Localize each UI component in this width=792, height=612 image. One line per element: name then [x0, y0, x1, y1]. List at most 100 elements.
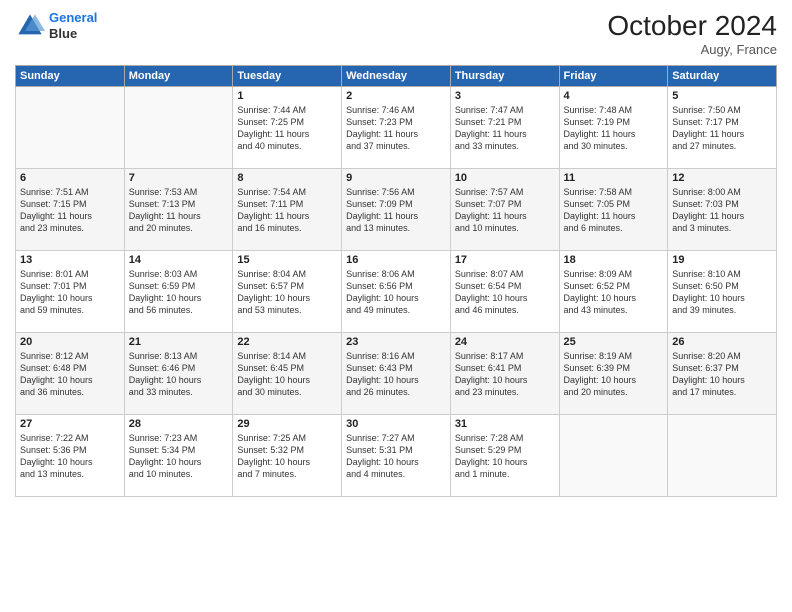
day-info: Sunrise: 8:04 AM Sunset: 6:57 PM Dayligh…	[237, 268, 337, 317]
day-number: 23	[346, 336, 446, 348]
day-info: Sunrise: 7:51 AM Sunset: 7:15 PM Dayligh…	[20, 186, 120, 235]
day-info: Sunrise: 7:44 AM Sunset: 7:25 PM Dayligh…	[237, 104, 337, 153]
calendar-table: Sunday Monday Tuesday Wednesday Thursday…	[15, 65, 777, 497]
day-number: 19	[672, 254, 772, 266]
table-row: 6 Sunrise: 7:51 AM Sunset: 7:15 PM Daylig…	[16, 169, 125, 251]
table-row: 21 Sunrise: 8:13 AM Sunset: 6:46 PM Dayli…	[124, 333, 233, 415]
day-info: Sunrise: 7:23 AM Sunset: 5:34 PM Dayligh…	[129, 432, 229, 481]
table-row: 18Sunrise: 8:09 AM Sunset: 6:52 PM Dayli…	[559, 251, 668, 333]
table-row: 24 Sunrise: 8:17 AM Sunset: 6:41 PM Dayli…	[450, 333, 559, 415]
day-info: Sunrise: 7:46 AM Sunset: 7:23 PM Dayligh…	[346, 104, 446, 153]
table-row: 15 Sunrise: 8:04 AM Sunset: 6:57 PM Dayli…	[233, 251, 342, 333]
header-friday: Friday	[559, 66, 668, 87]
day-info: Sunrise: 8:13 AM Sunset: 6:46 PM Dayligh…	[129, 350, 229, 399]
header-saturday: Saturday	[668, 66, 777, 87]
day-info: Sunrise: 7:58 AM Sunset: 7:05 PM Dayligh…	[564, 186, 664, 235]
table-row: 26Sunrise: 8:20 AM Sunset: 6:37 PM Dayli…	[668, 333, 777, 415]
day-number: 13	[20, 254, 120, 266]
day-number: 7	[129, 172, 229, 184]
day-info: Sunrise: 8:07 AM Sunset: 6:54 PM Dayligh…	[455, 268, 555, 317]
header-tuesday: Tuesday	[233, 66, 342, 87]
day-number: 29	[237, 418, 337, 430]
day-info: Sunrise: 7:53 AM Sunset: 7:13 PM Dayligh…	[129, 186, 229, 235]
table-row: 29 Sunrise: 7:25 AM Sunset: 5:32 PM Dayli…	[233, 415, 342, 497]
table-row: 17 Sunrise: 8:07 AM Sunset: 6:54 PM Dayli…	[450, 251, 559, 333]
table-row: 10 Sunrise: 7:57 AM Sunset: 7:07 PM Dayli…	[450, 169, 559, 251]
table-row	[124, 87, 233, 169]
day-number: 24	[455, 336, 555, 348]
day-info: Sunrise: 7:56 AM Sunset: 7:09 PM Dayligh…	[346, 186, 446, 235]
day-info: Sunrise: 7:28 AM Sunset: 5:29 PM Dayligh…	[455, 432, 555, 481]
table-row: 25 Sunrise: 8:19 AM Sunset: 6:39 PM Dayli…	[559, 333, 668, 415]
table-row	[668, 415, 777, 497]
day-number: 31	[455, 418, 555, 430]
day-number: 8	[237, 172, 337, 184]
table-row: 19Sunrise: 8:10 AM Sunset: 6:50 PM Dayli…	[668, 251, 777, 333]
table-row: 3Sunrise: 7:47 AM Sunset: 7:21 PM Daylig…	[450, 87, 559, 169]
table-row: 2Sunrise: 7:46 AM Sunset: 7:23 PM Daylig…	[342, 87, 451, 169]
calendar-week-4: 20 Sunrise: 8:12 AM Sunset: 6:48 PM Dayli…	[16, 333, 777, 415]
month-title: October 2024	[607, 10, 777, 42]
day-info: Sunrise: 8:00 AM Sunset: 7:03 PM Dayligh…	[672, 186, 772, 235]
table-row: 13Sunrise: 8:01 AM Sunset: 7:01 PM Dayli…	[16, 251, 125, 333]
day-info: Sunrise: 7:27 AM Sunset: 5:31 PM Dayligh…	[346, 432, 446, 481]
day-info: Sunrise: 7:50 AM Sunset: 7:17 PM Dayligh…	[672, 104, 772, 153]
day-info: Sunrise: 7:22 AM Sunset: 5:36 PM Dayligh…	[20, 432, 120, 481]
day-number: 4	[564, 90, 664, 102]
day-number: 9	[346, 172, 446, 184]
logo-icon	[15, 11, 45, 41]
day-info: Sunrise: 7:57 AM Sunset: 7:07 PM Dayligh…	[455, 186, 555, 235]
calendar-week-1: 1 Sunrise: 7:44 AM Sunset: 7:25 PM Daylig…	[16, 87, 777, 169]
day-info: Sunrise: 8:14 AM Sunset: 6:45 PM Dayligh…	[237, 350, 337, 399]
day-number: 17	[455, 254, 555, 266]
table-row: 14Sunrise: 8:03 AM Sunset: 6:59 PM Dayli…	[124, 251, 233, 333]
table-row: 31 Sunrise: 7:28 AM Sunset: 5:29 PM Dayli…	[450, 415, 559, 497]
header: GeneralBlue October 2024 Augy, France	[15, 10, 777, 57]
page: GeneralBlue October 2024 Augy, France Su…	[0, 0, 792, 612]
day-number: 5	[672, 90, 772, 102]
header-sunday: Sunday	[16, 66, 125, 87]
day-number: 21	[129, 336, 229, 348]
weekday-header-row: Sunday Monday Tuesday Wednesday Thursday…	[16, 66, 777, 87]
day-number: 16	[346, 254, 446, 266]
day-info: Sunrise: 7:54 AM Sunset: 7:11 PM Dayligh…	[237, 186, 337, 235]
day-number: 20	[20, 336, 120, 348]
day-number: 6	[20, 172, 120, 184]
day-info: Sunrise: 8:03 AM Sunset: 6:59 PM Dayligh…	[129, 268, 229, 317]
table-row: 8 Sunrise: 7:54 AM Sunset: 7:11 PM Daylig…	[233, 169, 342, 251]
title-area: October 2024 Augy, France	[607, 10, 777, 57]
day-number: 10	[455, 172, 555, 184]
day-info: Sunrise: 8:16 AM Sunset: 6:43 PM Dayligh…	[346, 350, 446, 399]
day-info: Sunrise: 7:47 AM Sunset: 7:21 PM Dayligh…	[455, 104, 555, 153]
day-number: 15	[237, 254, 337, 266]
day-number: 25	[564, 336, 664, 348]
logo: GeneralBlue	[15, 10, 97, 41]
day-info: Sunrise: 7:48 AM Sunset: 7:19 PM Dayligh…	[564, 104, 664, 153]
day-number: 1	[237, 90, 337, 102]
table-row	[16, 87, 125, 169]
table-row: 9 Sunrise: 7:56 AM Sunset: 7:09 PM Daylig…	[342, 169, 451, 251]
header-monday: Monday	[124, 66, 233, 87]
calendar-week-5: 27 Sunrise: 7:22 AM Sunset: 5:36 PM Dayli…	[16, 415, 777, 497]
day-info: Sunrise: 8:19 AM Sunset: 6:39 PM Dayligh…	[564, 350, 664, 399]
day-info: Sunrise: 8:17 AM Sunset: 6:41 PM Dayligh…	[455, 350, 555, 399]
table-row: 11 Sunrise: 7:58 AM Sunset: 7:05 PM Dayli…	[559, 169, 668, 251]
day-number: 12	[672, 172, 772, 184]
table-row: 28 Sunrise: 7:23 AM Sunset: 5:34 PM Dayli…	[124, 415, 233, 497]
table-row: 4 Sunrise: 7:48 AM Sunset: 7:19 PM Daylig…	[559, 87, 668, 169]
calendar-week-3: 13Sunrise: 8:01 AM Sunset: 7:01 PM Dayli…	[16, 251, 777, 333]
table-row: 27 Sunrise: 7:22 AM Sunset: 5:36 PM Dayli…	[16, 415, 125, 497]
logo-text: GeneralBlue	[49, 10, 97, 41]
table-row: 7 Sunrise: 7:53 AM Sunset: 7:13 PM Daylig…	[124, 169, 233, 251]
day-number: 27	[20, 418, 120, 430]
location: Augy, France	[607, 42, 777, 57]
day-info: Sunrise: 8:06 AM Sunset: 6:56 PM Dayligh…	[346, 268, 446, 317]
table-row: 12 Sunrise: 8:00 AM Sunset: 7:03 PM Dayli…	[668, 169, 777, 251]
day-number: 30	[346, 418, 446, 430]
day-info: Sunrise: 8:12 AM Sunset: 6:48 PM Dayligh…	[20, 350, 120, 399]
day-number: 11	[564, 172, 664, 184]
calendar-week-2: 6 Sunrise: 7:51 AM Sunset: 7:15 PM Daylig…	[16, 169, 777, 251]
day-number: 28	[129, 418, 229, 430]
day-info: Sunrise: 7:25 AM Sunset: 5:32 PM Dayligh…	[237, 432, 337, 481]
day-info: Sunrise: 8:20 AM Sunset: 6:37 PM Dayligh…	[672, 350, 772, 399]
